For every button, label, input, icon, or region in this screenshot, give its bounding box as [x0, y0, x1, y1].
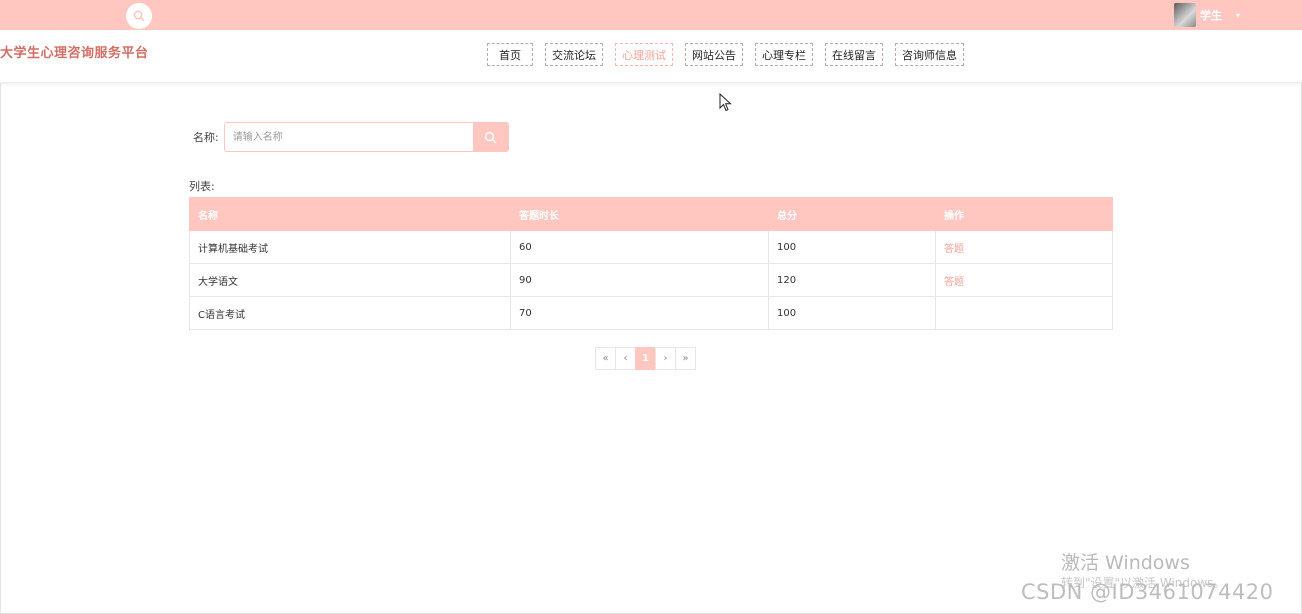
search-button[interactable] [472, 122, 509, 152]
nav-item-announcements[interactable]: 网站公告 [685, 43, 743, 66]
search-icon [133, 10, 145, 22]
user-menu[interactable]: 学生 ▾ [1173, 3, 1240, 27]
cell-name: 大学语文 [189, 263, 511, 297]
table-row: C语言考试 70 100 [189, 296, 1113, 330]
first-page-button[interactable]: « [595, 347, 616, 370]
search-bar: 名称: [193, 122, 509, 152]
next-page-button[interactable]: › [655, 347, 676, 370]
table-row: 大学语文 90 120 答题 [189, 263, 1113, 297]
cell-duration: 60 [510, 230, 769, 264]
cell-score: 100 [768, 296, 936, 330]
nav-item-counselors[interactable]: 咨询师信息 [895, 43, 964, 66]
search-icon [485, 131, 497, 143]
list-label: 列表: [189, 180, 215, 193]
cell-duration: 90 [510, 263, 769, 297]
prev-page-button[interactable]: ‹ [615, 347, 636, 370]
site-title[interactable]: 大学生心理咨询服务平台 [0, 42, 149, 61]
page-button-current[interactable]: 1 [635, 347, 656, 370]
nav-item-forum[interactable]: 交流论坛 [545, 43, 603, 66]
column-header-duration: 答题时长 [510, 197, 769, 231]
user-name[interactable]: 学生 [1200, 7, 1222, 23]
top-bar: 学生 ▾ [0, 0, 1302, 30]
cell-name: 计算机基础考试 [189, 230, 511, 264]
mouse-cursor-icon [719, 93, 732, 112]
cell-name: C语言考试 [189, 296, 511, 330]
column-header-score: 总分 [768, 197, 936, 231]
search-input[interactable] [223, 122, 473, 152]
cell-duration: 70 [510, 296, 769, 330]
column-header-action: 操作 [935, 197, 1113, 231]
cell-score: 100 [768, 230, 936, 264]
site-header: 大学生心理咨询服务平台 首页 交流论坛 心理测试 网站公告 心理专栏 在线留言 … [0, 30, 1302, 83]
main-nav: 首页 交流论坛 心理测试 网站公告 心理专栏 在线留言 咨询师信息 [487, 43, 964, 66]
cell-action: 答题 [935, 263, 1113, 297]
windows-activation-title: 激活 Windows [1061, 552, 1190, 574]
nav-item-messages[interactable]: 在线留言 [825, 43, 883, 66]
nav-item-psych-column[interactable]: 心理专栏 [755, 43, 813, 66]
answer-link[interactable]: 答题 [944, 277, 964, 288]
pagination: « ‹ 1 › » [595, 347, 696, 370]
table-row: 计算机基础考试 60 100 答题 [189, 230, 1113, 264]
table-header-row: 名称 答题时长 总分 操作 [189, 197, 1113, 231]
last-page-button[interactable]: » [675, 347, 696, 370]
cell-score: 120 [768, 263, 936, 297]
csdn-watermark: CSDN @ID3461074420 [1021, 580, 1274, 604]
chevron-down-icon[interactable]: ▾ [1236, 11, 1240, 20]
nav-item-home[interactable]: 首页 [487, 43, 533, 66]
answer-link[interactable]: 答题 [944, 244, 964, 255]
avatar[interactable] [1173, 3, 1196, 27]
top-search-button[interactable] [126, 3, 152, 29]
nav-item-psych-test[interactable]: 心理测试 [615, 43, 673, 66]
cell-action [935, 296, 1113, 330]
cell-action: 答题 [935, 230, 1113, 264]
search-label: 名称: [193, 131, 219, 144]
test-table: 名称 答题时长 总分 操作 计算机基础考试 60 100 答题 大学语文 90 … [189, 197, 1113, 330]
column-header-name: 名称 [189, 197, 511, 231]
